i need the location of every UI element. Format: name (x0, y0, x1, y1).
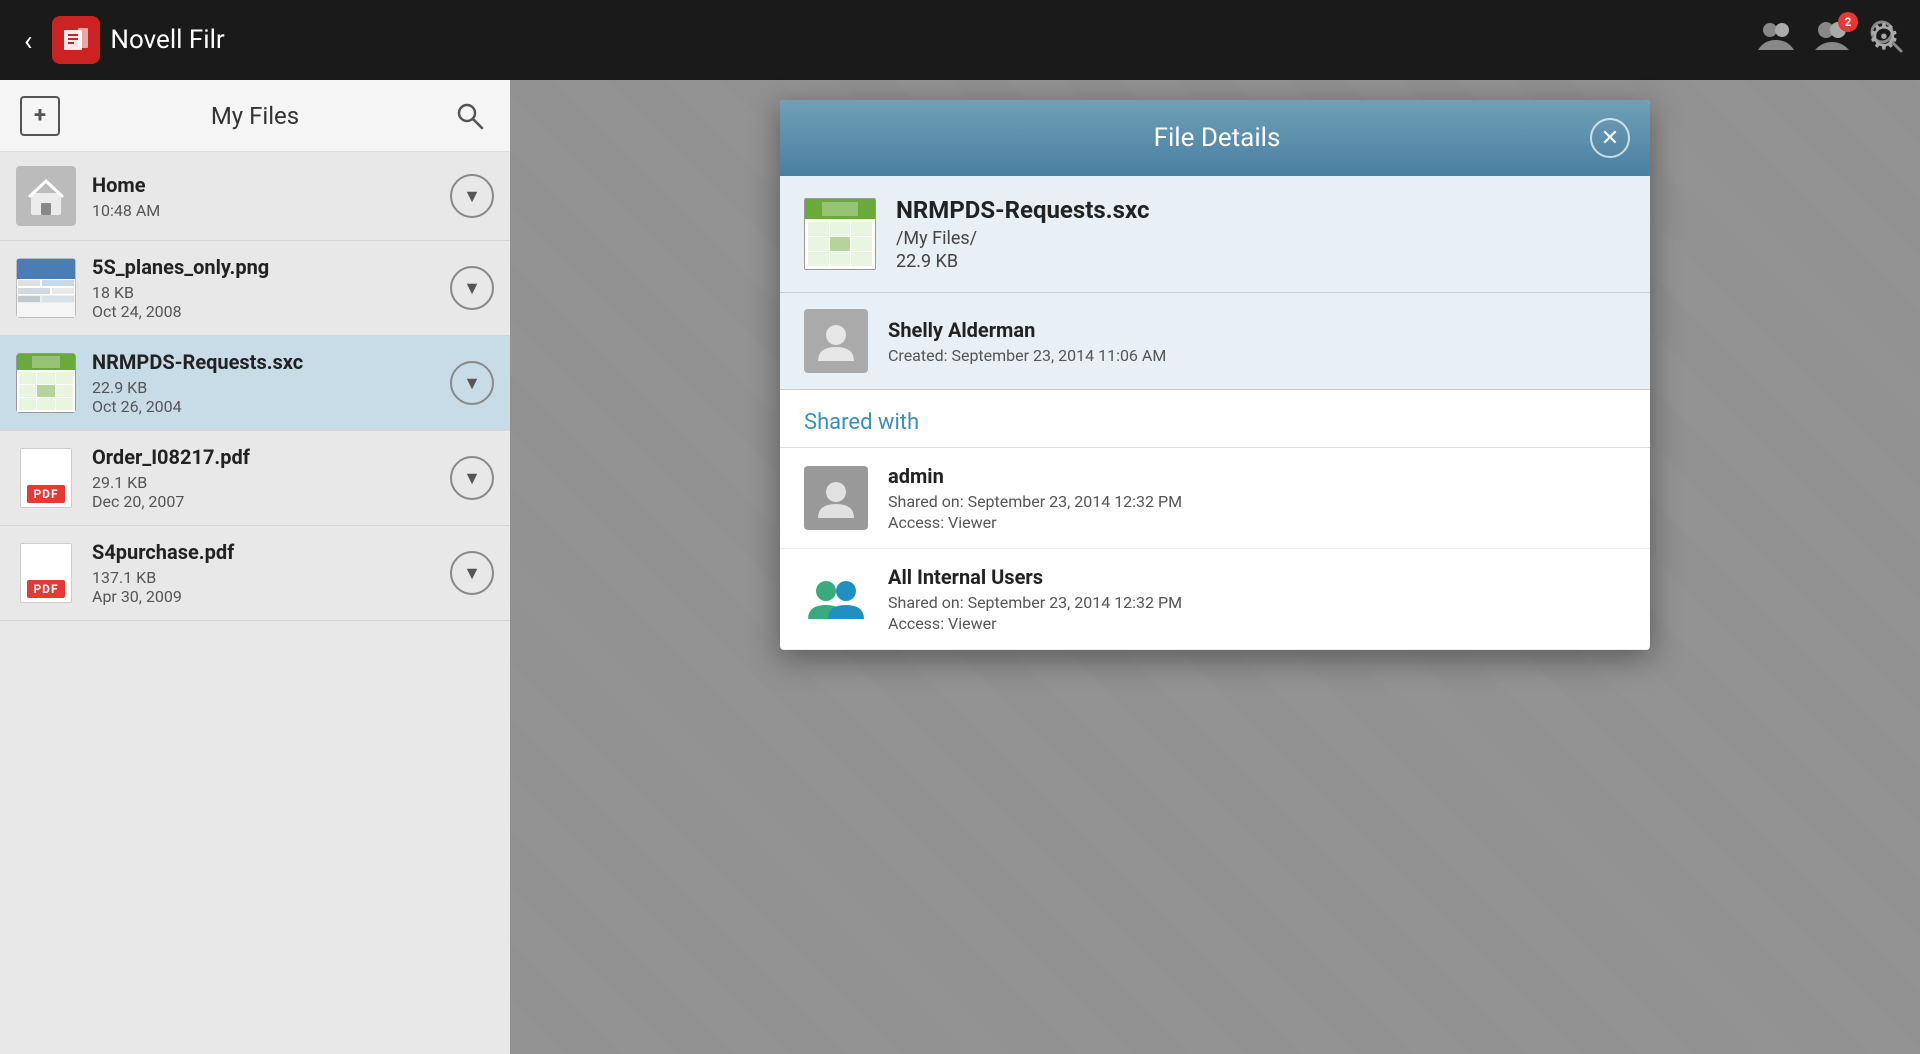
search-button[interactable] (450, 96, 490, 136)
home-info: Home 10:48 AM (92, 173, 450, 220)
shared-icon-button[interactable] (1756, 16, 1796, 64)
notifications-button[interactable]: 2 (1812, 16, 1852, 64)
pdf2-size: 137.1 KB (92, 568, 450, 587)
group-share-name: All Internal Users (888, 565, 1626, 589)
sxc-info: NRMPDS-Requests.sxc 22.9 KB Oct 26, 2004 (92, 350, 450, 416)
admin-share-access: Access: Viewer (888, 513, 1626, 532)
group-share-date: Shared on: September 23, 2014 12:32 PM (888, 593, 1626, 612)
png-info: 5S_planes_only.png 18 KB Oct 24, 2008 (92, 255, 450, 321)
shared-with-title: Shared with (804, 410, 919, 435)
author-name: Shelly Alderman (888, 318, 1626, 342)
png-size: 18 KB (92, 283, 450, 302)
pdf1-date: Dec 20, 2007 (92, 492, 450, 511)
pdf2-thumbnail: PDF (16, 543, 76, 603)
file-list: Home 10:48 AM ▼ (0, 152, 510, 1054)
pdf1-size: 29.1 KB (92, 473, 450, 492)
logo-icon (52, 16, 100, 64)
author-section: Shelly Alderman Created: September 23, 2… (780, 293, 1650, 390)
sxc-date: Oct 26, 2004 (92, 397, 450, 416)
author-avatar (804, 309, 868, 373)
list-item[interactable]: NRMPDS-Requests.sxc 22.9 KB Oct 26, 2004… (0, 336, 510, 431)
pdf2-name: S4purchase.pdf (92, 540, 450, 564)
file-detail-size: 22.9 KB (896, 251, 1626, 272)
share-item: admin Shared on: September 23, 2014 12:3… (780, 448, 1650, 549)
top-bar: ‹ Novell Filr 2 (0, 0, 1920, 80)
pdf1-name: Order_I08217.pdf (92, 445, 450, 469)
home-name: Home (92, 173, 450, 197)
pdf2-chevron[interactable]: ▼ (450, 551, 494, 595)
group-avatar (804, 567, 868, 631)
shared-with-header: Shared with (780, 390, 1650, 448)
modal-title: File Details (844, 123, 1590, 153)
home-chevron[interactable]: ▼ (450, 174, 494, 218)
panel-header: + My Files (0, 80, 510, 152)
file-detail-info: NRMPDS-Requests.sxc /My Files/ 22.9 KB (896, 196, 1626, 272)
file-detail-path: /My Files/ (896, 228, 1626, 249)
author-created-date: Created: September 23, 2014 11:06 AM (888, 346, 1626, 365)
file-detail-name: NRMPDS-Requests.sxc (896, 196, 1626, 224)
group-share-info: All Internal Users Shared on: September … (888, 565, 1626, 633)
modal-overlay: File Details ✕ (510, 80, 1920, 1054)
admin-avatar (804, 466, 868, 530)
modal-close-button[interactable]: ✕ (1590, 118, 1630, 158)
author-info: Shelly Alderman Created: September 23, 2… (888, 318, 1626, 365)
list-item[interactable]: PDF S4purchase.pdf 137.1 KB Apr 30, 2009… (0, 526, 510, 621)
top-bar-icons: 2 ⚙ (1756, 16, 1904, 64)
png-thumbnail (16, 258, 76, 318)
sxc-thumbnail (16, 353, 76, 413)
pdf1-chevron[interactable]: ▼ (450, 456, 494, 500)
panel-title: My Files (60, 102, 450, 130)
file-detail-section: NRMPDS-Requests.sxc /My Files/ 22.9 KB (780, 176, 1650, 293)
app-title: Novell Filr (110, 25, 224, 55)
list-item[interactable]: PDF Order_I08217.pdf 29.1 KB Dec 20, 200… (0, 431, 510, 526)
png-date: Oct 24, 2008 (92, 302, 450, 321)
admin-share-info: admin Shared on: September 23, 2014 12:3… (888, 464, 1626, 532)
admin-share-name: admin (888, 464, 1626, 488)
sxc-size: 22.9 KB (92, 378, 450, 397)
sxc-name: NRMPDS-Requests.sxc (92, 350, 450, 374)
sxc-chevron[interactable]: ▼ (450, 361, 494, 405)
add-file-button[interactable]: + (20, 96, 60, 136)
png-chevron[interactable]: ▼ (450, 266, 494, 310)
file-detail-thumbnail (804, 198, 876, 270)
back-button[interactable]: ‹ (16, 16, 40, 65)
home-date: 10:48 AM (92, 201, 450, 220)
list-item[interactable]: 5S_planes_only.png 18 KB Oct 24, 2008 ▼ (0, 241, 510, 336)
group-share-access: Access: Viewer (888, 614, 1626, 633)
app-logo: Novell Filr (52, 16, 224, 64)
pdf2-date: Apr 30, 2009 (92, 587, 450, 606)
admin-share-date: Shared on: September 23, 2014 12:32 PM (888, 492, 1626, 511)
file-details-modal: File Details ✕ (780, 100, 1650, 650)
settings-button[interactable]: ⚙ (1868, 16, 1900, 58)
png-name: 5S_planes_only.png (92, 255, 450, 279)
pdf2-info: S4purchase.pdf 137.1 KB Apr 30, 2009 (92, 540, 450, 606)
notification-badge: 2 (1838, 12, 1858, 32)
share-item: All Internal Users Shared on: September … (780, 549, 1650, 650)
modal-body: NRMPDS-Requests.sxc /My Files/ 22.9 KB S… (780, 176, 1650, 650)
modal-header: File Details ✕ (780, 100, 1650, 176)
pdf1-info: Order_I08217.pdf 29.1 KB Dec 20, 2007 (92, 445, 450, 511)
home-icon (16, 166, 76, 226)
pdf1-thumbnail: PDF (16, 448, 76, 508)
list-item[interactable]: Home 10:48 AM ▼ (0, 152, 510, 241)
left-panel: + My Files Home 10:48 AM ▼ (0, 80, 510, 1054)
